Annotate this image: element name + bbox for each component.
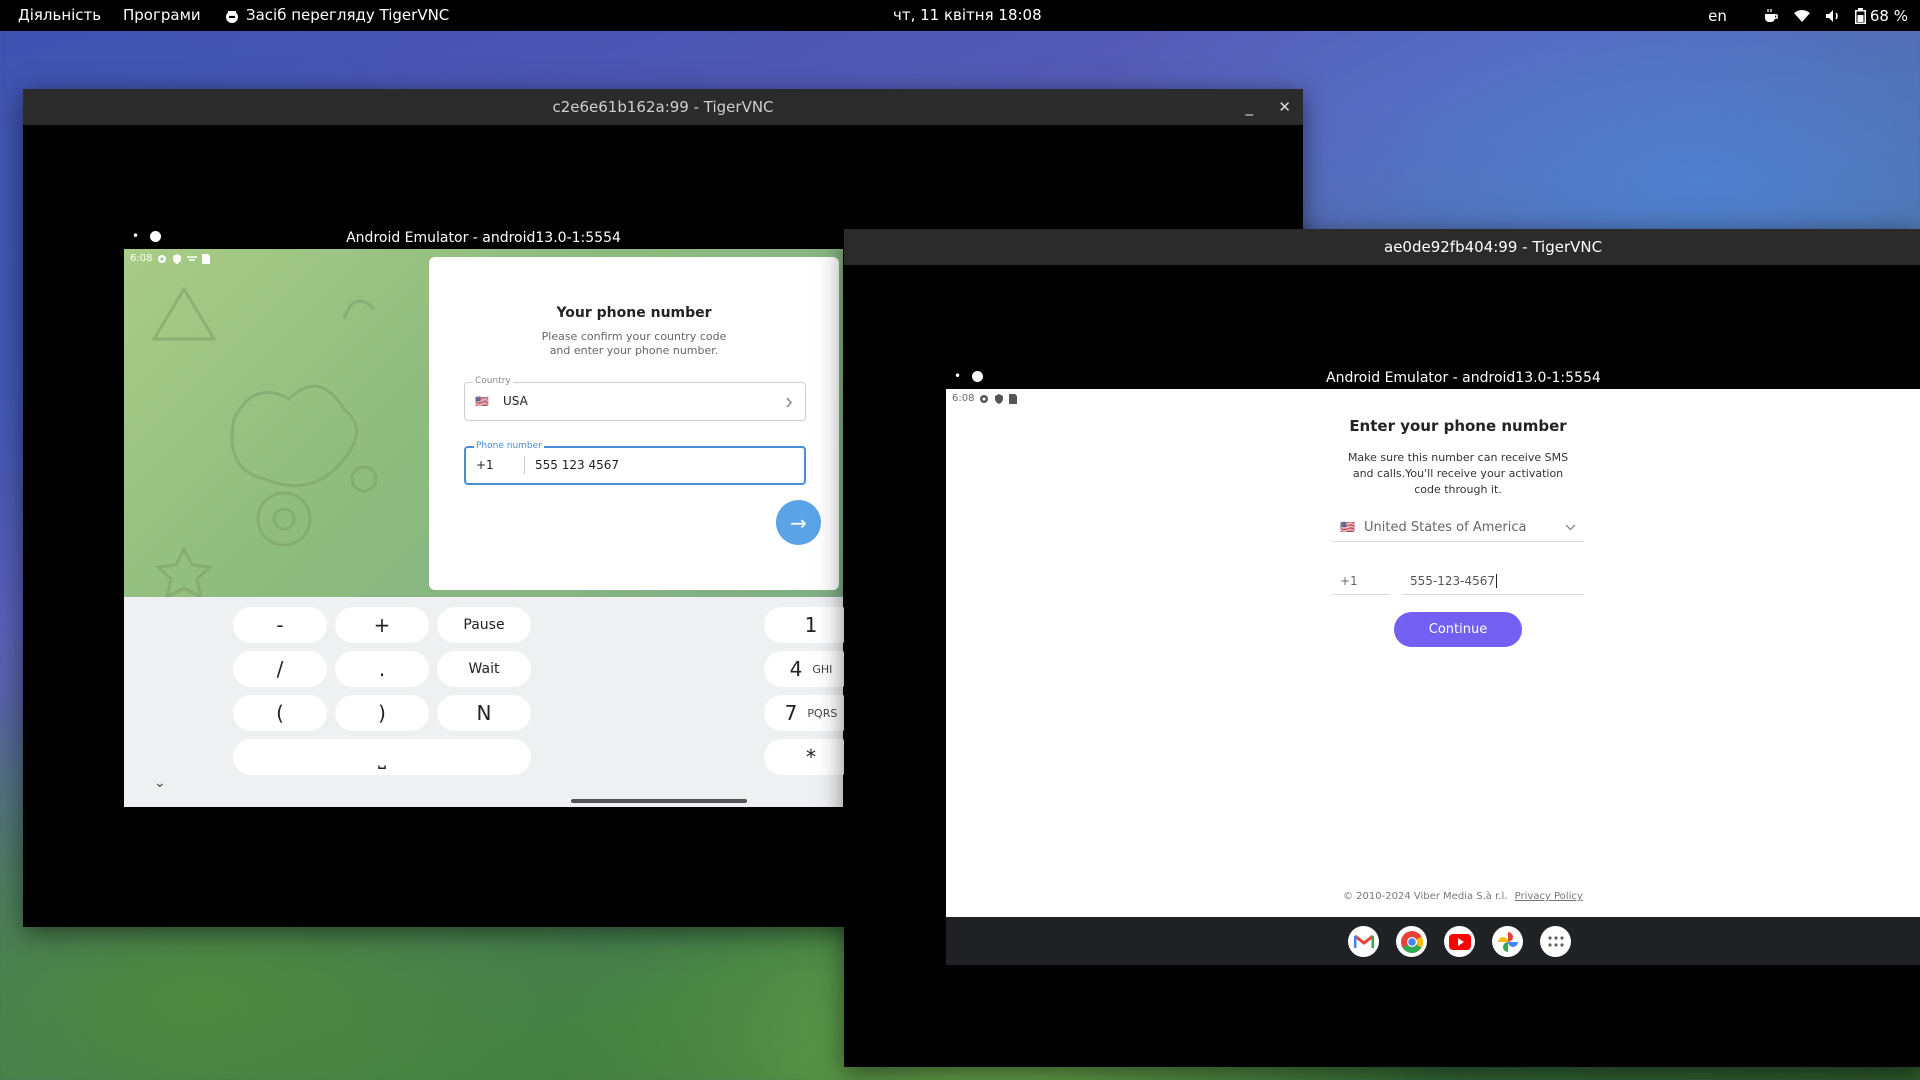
vnc-window-2-titlebar[interactable]: ae0de92fb404:99 - TigerVNC xyxy=(844,229,1920,265)
tigervnc-icon xyxy=(226,10,238,23)
gesture-handle[interactable] xyxy=(571,799,747,803)
emu-record-icon[interactable] xyxy=(972,371,983,382)
emulator-1-title: Android Emulator - android13.0-1:5554 xyxy=(346,230,621,246)
phone-value: 555-123-4567 xyxy=(1410,574,1498,588)
top-bar: Діяльність Програми Засіб перегляду Tige… xyxy=(0,0,1920,31)
country-label: Country xyxy=(473,376,513,386)
telegram-subtitle-1: Please confirm your country code xyxy=(541,330,727,343)
activities-button[interactable]: Діяльність xyxy=(18,0,101,31)
key-dot[interactable]: . xyxy=(335,651,429,687)
next-button[interactable]: → xyxy=(776,500,821,545)
emulator-2[interactable]: • Android Emulator - android13.0-1:5554 … xyxy=(946,367,1920,967)
emu-record-icon[interactable] xyxy=(150,231,161,242)
viber-desc-1: Make sure this number can receive SMS xyxy=(1347,451,1569,464)
continue-button[interactable]: Continue xyxy=(1394,612,1522,647)
chevron-down-icon xyxy=(1565,524,1576,531)
close-button[interactable]: ✕ xyxy=(1278,89,1291,125)
chevron-right-icon xyxy=(786,397,793,408)
key-slash[interactable]: / xyxy=(233,651,327,687)
telegram-heading: Your phone number xyxy=(556,305,712,321)
coffee-icon xyxy=(1764,8,1778,22)
key-space[interactable]: ⎵ xyxy=(233,739,531,775)
system-tray[interactable]: en 68 % xyxy=(1708,0,1908,31)
country-value: USA xyxy=(503,394,528,408)
key-pause[interactable]: Pause xyxy=(437,607,531,643)
emulator-1-titlebar[interactable]: • Android Emulator - android13.0-1:5554 xyxy=(124,227,843,249)
telegram-subtitle-2: and enter your phone number. xyxy=(549,344,719,357)
field-divider xyxy=(524,456,525,474)
phone-label: Phone number xyxy=(474,441,544,451)
apps-menu[interactable]: Програми xyxy=(123,0,201,31)
phone-number-card: Your phone number Please confirm your co… xyxy=(429,257,839,590)
emulator-2-title: Android Emulator - android13.0-1:5554 xyxy=(1326,370,1601,386)
vnc-window-2-title: ae0de92fb404:99 - TigerVNC xyxy=(1384,238,1603,256)
emu-menu-dot[interactable]: • xyxy=(132,229,139,243)
flag-icon: 🇺🇸 xyxy=(1340,520,1355,534)
key-4-digit: 4 xyxy=(789,657,803,681)
telegram-background: 6:08 Your phone number Please confirm yo… xyxy=(124,249,843,597)
key-n[interactable]: N xyxy=(437,695,531,731)
emu-menu-dot[interactable]: • xyxy=(954,369,961,383)
volume-icon xyxy=(1825,9,1838,22)
key-rparen[interactable]: ) xyxy=(335,695,429,731)
viber-desc-3: code through it. xyxy=(1414,483,1502,496)
collapse-keyboard-button[interactable]: ⌄ xyxy=(154,775,166,791)
shield-icon xyxy=(995,393,1004,404)
youtube-icon[interactable] xyxy=(1444,926,1475,957)
country-field[interactable]: Country 🇺🇸 USA xyxy=(464,376,806,421)
viber-desc-2: and calls.You'll receive your activation xyxy=(1352,467,1564,480)
phone-number-field[interactable]: Phone number +1 555 123 4567 xyxy=(464,441,806,485)
vnc-window-2[interactable]: ae0de92fb404:99 - TigerVNC • Android Emu… xyxy=(844,229,1920,1067)
flag-icon: 🇺🇸 xyxy=(475,395,489,408)
phone-input[interactable]: 555-123-4567 xyxy=(1402,569,1584,595)
key-minus[interactable]: - xyxy=(233,607,327,643)
app-drawer-icon[interactable] xyxy=(1540,926,1571,957)
key-7-digit: 7 xyxy=(784,701,798,725)
country-code-field[interactable]: +1 xyxy=(1332,569,1390,595)
country-select[interactable]: 🇺🇸 United States of America xyxy=(1332,514,1584,542)
chrome-icon[interactable] xyxy=(1396,926,1427,957)
status-bar: 6:08 xyxy=(952,393,1018,404)
photos-icon[interactable] xyxy=(1492,926,1523,957)
phone-value[interactable]: 555 123 4567 xyxy=(535,458,619,472)
phone-code[interactable]: +1 xyxy=(476,458,494,472)
key-4-letters: GHI xyxy=(812,662,833,676)
battery-icon xyxy=(1854,7,1866,24)
app-dock xyxy=(946,917,1920,965)
sim-icon xyxy=(1009,393,1018,404)
country-code: +1 xyxy=(1340,574,1358,588)
status-time: 6:08 xyxy=(952,393,975,404)
key-lparen[interactable]: ( xyxy=(233,695,327,731)
country-value: United States of America xyxy=(1364,520,1527,535)
vnc-window-1-title: c2e6e61b162a:99 - TigerVNC xyxy=(552,98,774,116)
emulator-2-titlebar[interactable]: • Android Emulator - android13.0-1:5554 xyxy=(946,367,1920,389)
key-wait[interactable]: Wait xyxy=(437,651,531,687)
clock[interactable]: чт, 11 квітня 18:08 xyxy=(893,0,1042,31)
background-doodles xyxy=(151,286,378,597)
keyboard-layout[interactable]: en xyxy=(1708,7,1727,25)
arrow-right-icon: → xyxy=(790,510,807,535)
emulator-1[interactable]: • Android Emulator - android13.0-1:5554 … xyxy=(124,227,858,819)
privacy-policy-link[interactable]: Privacy Policy xyxy=(1515,891,1583,902)
battery-percent: 68 % xyxy=(1869,6,1908,25)
key-plus[interactable]: + xyxy=(335,607,429,643)
copyright-text: © 2010-2024 Viber Media S.à r.l. xyxy=(1343,891,1508,902)
active-app-name: Засіб перегляду TigerVNC xyxy=(246,6,450,24)
viber-footer: © 2010-2024 Viber Media S.à r.l. Privacy… xyxy=(1343,891,1583,902)
vnc-window-1-titlebar[interactable]: c2e6e61b162a:99 - TigerVNC xyxy=(23,89,1303,125)
active-app-menu[interactable]: Засіб перегляду TigerVNC xyxy=(224,0,449,31)
phone-keypad: - + Pause / . Wait ( ) N ⎵ 1 4 GHI 7 PQRS … xyxy=(124,597,858,807)
key-7-letters: PQRS xyxy=(807,706,838,720)
battery-indicator[interactable]: 68 % xyxy=(1854,6,1908,25)
wifi-icon xyxy=(1793,9,1810,22)
viber-screen: 6:08 Enter your phone number Make sure t… xyxy=(946,389,1920,917)
settings-icon xyxy=(980,394,989,403)
gmail-icon[interactable] xyxy=(1348,926,1379,957)
viber-heading: Enter your phone number xyxy=(1349,417,1567,435)
minimize-button[interactable]: _ xyxy=(1246,89,1254,125)
